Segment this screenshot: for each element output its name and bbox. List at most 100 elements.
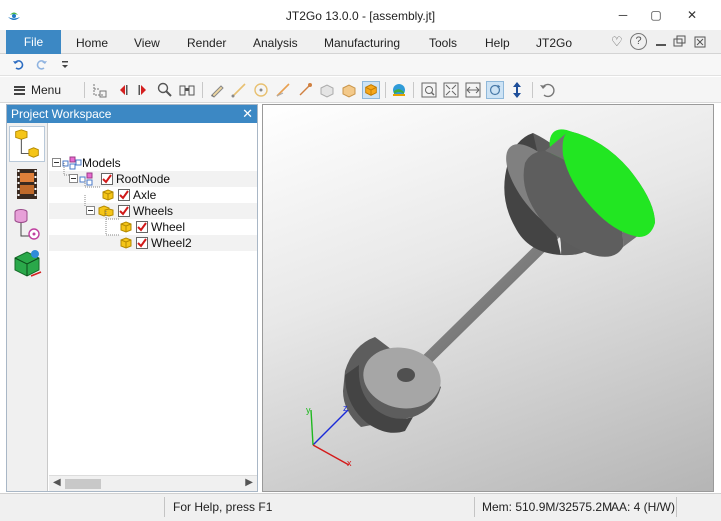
film-strip-tab-icon[interactable] <box>9 166 45 202</box>
rotate-view-icon[interactable] <box>486 81 504 99</box>
tree-label-rootnode: RootNode <box>116 172 171 186</box>
tree-structure-icon[interactable] <box>90 81 108 99</box>
ribbon-restore-icon[interactable] <box>671 34 687 50</box>
markup-pencil-icon[interactable] <box>208 81 226 99</box>
tree-row-wheel[interactable]: Wheel <box>49 211 257 235</box>
toolbar-separator <box>385 82 386 98</box>
tree-row-wheels[interactable]: Wheels <box>49 195 257 219</box>
collapse-toggle-icon[interactable] <box>52 158 61 167</box>
status-memory: Mem: 510.9M/32575.2M <box>482 500 613 514</box>
next-view-icon[interactable] <box>134 81 152 99</box>
status-separator <box>676 497 677 517</box>
toolbar-separator <box>84 82 85 98</box>
workspace-side-tabs <box>7 123 48 491</box>
reset-view-icon[interactable] <box>538 81 556 99</box>
ribbon-toggle-icon[interactable]: ♡ <box>611 34 623 50</box>
ribbon-close-icon[interactable] <box>692 34 708 50</box>
tab-home[interactable]: Home <box>76 36 108 50</box>
ribbon-minimize-icon[interactable] <box>653 34 669 50</box>
axis-label-z: z <box>343 403 348 413</box>
viewport-canvas[interactable]: z y x <box>263 105 714 492</box>
measure-distance-icon[interactable] <box>296 81 314 99</box>
previous-view-icon[interactable] <box>114 81 132 99</box>
quick-access-toolbar <box>0 54 721 76</box>
close-window-button[interactable]: ✕ <box>679 6 705 24</box>
shaded-part-icon[interactable] <box>362 81 380 99</box>
workspace-header: Project Workspace ✕ <box>7 105 257 123</box>
measure-line-icon[interactable] <box>230 81 248 99</box>
tree-horizontal-scrollbar[interactable]: ◀ ▶ <box>49 475 257 491</box>
zoom-window-icon[interactable] <box>420 81 438 99</box>
customize-quick-access-icon[interactable] <box>58 58 72 72</box>
tree-label-wheels: Wheels <box>133 204 174 218</box>
status-bar: For Help, press F1 Mem: 510.9M/32575.2M … <box>0 493 721 521</box>
project-workspace-panel: Project Workspace ✕ Models RootNode Axle… <box>6 104 258 492</box>
tab-help[interactable]: Help <box>485 36 510 50</box>
redo-icon[interactable] <box>34 58 48 72</box>
scroll-left-icon[interactable]: ◀ <box>53 477 61 488</box>
tree-label-wheel2: Wheel2 <box>151 236 192 250</box>
measure-circle-icon[interactable] <box>252 81 270 99</box>
title-bar: JT2Go 13.0.0 - [assembly.jt] ─ ▢ ✕ <box>0 0 721 30</box>
tree-row-axle[interactable]: Axle <box>49 179 257 203</box>
visibility-checkbox-icon[interactable] <box>136 237 148 249</box>
3d-viewport[interactable]: z y x <box>262 104 714 492</box>
menu-button-label: Menu <box>31 83 62 97</box>
tree-row-wheel2[interactable]: Wheel2 <box>49 227 257 251</box>
hamburger-icon <box>14 85 25 95</box>
tree-connector <box>84 179 101 188</box>
tree-label-models: Models <box>82 156 121 170</box>
tab-jt2go[interactable]: JT2Go <box>536 36 572 50</box>
vertical-zoom-icon[interactable] <box>508 81 526 99</box>
part-cube-icon <box>102 189 114 201</box>
toolbar-separator <box>413 82 414 98</box>
binoculars-icon[interactable] <box>178 81 196 99</box>
part-cube-icon <box>120 237 132 249</box>
database-tab-icon[interactable] <box>9 206 45 242</box>
scroll-right-icon[interactable]: ▶ <box>245 477 253 488</box>
tab-manufacturing[interactable]: Manufacturing <box>324 36 400 50</box>
assembly-tree-tab-icon[interactable] <box>9 126 45 162</box>
status-help-text: For Help, press F1 <box>173 500 273 514</box>
status-separator <box>164 497 165 517</box>
tree-row-rootnode[interactable]: RootNode <box>49 163 257 187</box>
tree-label-axle: Axle <box>133 188 157 202</box>
tab-render[interactable]: Render <box>187 36 226 50</box>
axis-label-y: y <box>306 405 311 415</box>
toolbar-separator <box>532 82 533 98</box>
help-icon[interactable]: ? <box>630 33 647 50</box>
status-separator <box>474 497 475 517</box>
globe-layer-icon[interactable] <box>390 81 408 99</box>
toolbar-separator <box>202 82 203 98</box>
file-tab[interactable]: File <box>6 30 61 54</box>
tree-row-models[interactable]: Models <box>49 155 257 171</box>
menu-bar: File Home View Render Analysis Manufactu… <box>0 30 721 54</box>
visibility-checkbox-icon[interactable] <box>136 221 148 233</box>
measure-angle-icon[interactable] <box>274 81 292 99</box>
undo-icon[interactable] <box>12 58 26 72</box>
pan-icon[interactable] <box>464 81 482 99</box>
minimize-button[interactable]: ─ <box>610 6 636 24</box>
zoom-area-icon[interactable] <box>156 81 174 99</box>
axis-label-x: x <box>347 458 352 468</box>
view-cube-tab-icon[interactable] <box>9 246 45 282</box>
workspace-title: Project Workspace <box>11 107 112 121</box>
fit-all-icon[interactable] <box>442 81 460 99</box>
tab-view[interactable]: View <box>134 36 160 50</box>
menu-button[interactable]: Menu <box>14 81 61 99</box>
scrollbar-thumb[interactable] <box>65 479 101 489</box>
tab-tools[interactable]: Tools <box>429 36 457 50</box>
collapse-toggle-icon[interactable] <box>86 206 95 215</box>
visibility-checkbox-icon[interactable] <box>118 189 130 201</box>
exploded-view-icon[interactable] <box>340 81 358 99</box>
workspace-close-icon[interactable]: ✕ <box>242 105 253 123</box>
assembly-tree: Models RootNode Axle Wheels Wheel Wheel2 <box>49 123 257 475</box>
collapse-toggle-icon[interactable] <box>69 174 78 183</box>
main-toolbar: Menu <box>0 77 721 103</box>
axis-triad: z y x <box>306 403 352 468</box>
tab-analysis[interactable]: Analysis <box>253 36 298 50</box>
section-box-icon[interactable] <box>318 81 336 99</box>
status-antialias: AA: 4 (H/W) <box>611 500 676 514</box>
maximize-button[interactable]: ▢ <box>643 6 669 24</box>
tree-label-wheel: Wheel <box>151 220 186 234</box>
